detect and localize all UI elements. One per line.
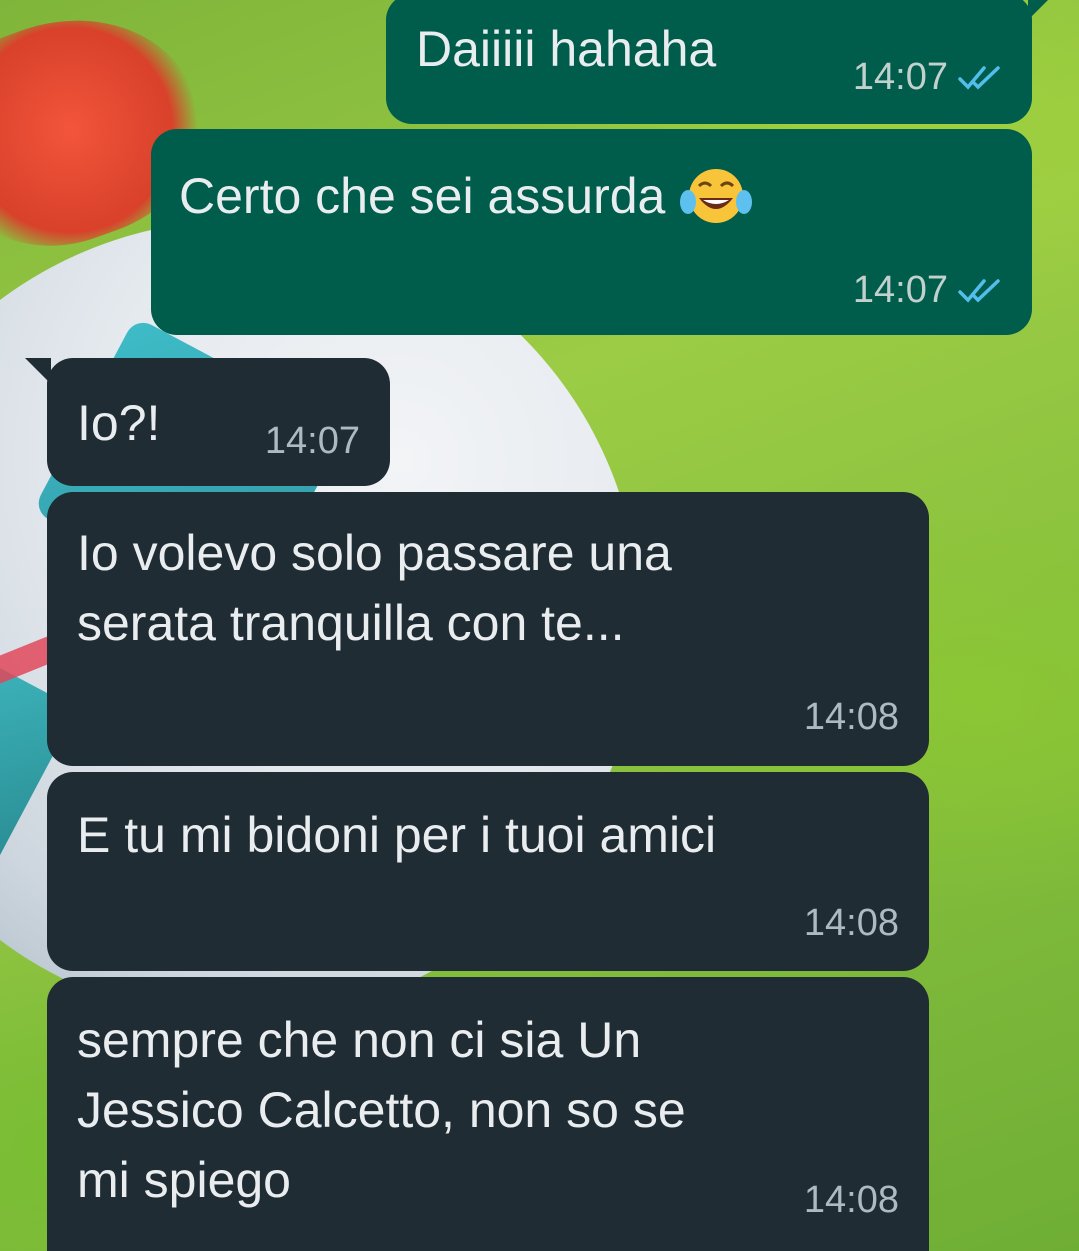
- message-text-line: Io volevo solo passare una: [77, 525, 672, 581]
- message-bubble-incoming[interactable]: Io volevo solo passare una serata tranqu…: [47, 492, 929, 766]
- message-text-row: Certo che sei assurda: [179, 161, 753, 231]
- message-bubble-outgoing[interactable]: Certo che sei assurda 14:07: [151, 129, 1032, 335]
- message-time: 14:08: [803, 1179, 899, 1221]
- face-with-tears-of-joy-icon: [679, 164, 753, 228]
- bubble-tail: [25, 358, 51, 384]
- double-check-read-icon: [958, 278, 1002, 304]
- message-meta: 14:08: [804, 902, 899, 945]
- message-text-line: serata tranquilla con te...: [77, 595, 625, 651]
- message-meta: 14:08: [804, 1179, 899, 1222]
- message-bubble-incoming[interactable]: E tu mi bidoni per i tuoi amici 14:08: [47, 772, 929, 971]
- message-time: 14:07: [264, 420, 360, 462]
- message-meta: 14:07: [853, 269, 1002, 312]
- message-meta: 14:07: [853, 56, 1002, 99]
- message-time: 14:07: [852, 56, 948, 98]
- message-text: E tu mi bidoni per i tuoi amici: [77, 807, 717, 863]
- message-bubble-incoming[interactable]: Io?! 14:07: [25, 358, 390, 486]
- message-meta: 14:07: [265, 420, 360, 463]
- message-meta: 14:08: [804, 696, 899, 739]
- message-text-line: mi spiego: [77, 1152, 291, 1208]
- bubble-tail: [1028, 0, 1054, 20]
- message-time: 14:08: [803, 696, 899, 738]
- message-text-line: sempre che non ci sia Un: [77, 1012, 642, 1068]
- message-text: Certo che sei assurda: [179, 168, 666, 224]
- message-time: 14:08: [803, 902, 899, 944]
- message-text-line: Jessico Calcetto, non so se: [77, 1082, 686, 1138]
- double-check-read-icon: [958, 65, 1002, 91]
- message-text: Io?!: [77, 395, 161, 451]
- message-bubble-incoming[interactable]: sempre che non ci sia Un Jessico Calcett…: [47, 977, 929, 1251]
- message-time: 14:07: [852, 269, 948, 311]
- message-bubble-outgoing[interactable]: Daiiiii hahaha 14:07: [386, 0, 1054, 124]
- message-text: Daiiiii hahaha: [416, 21, 717, 77]
